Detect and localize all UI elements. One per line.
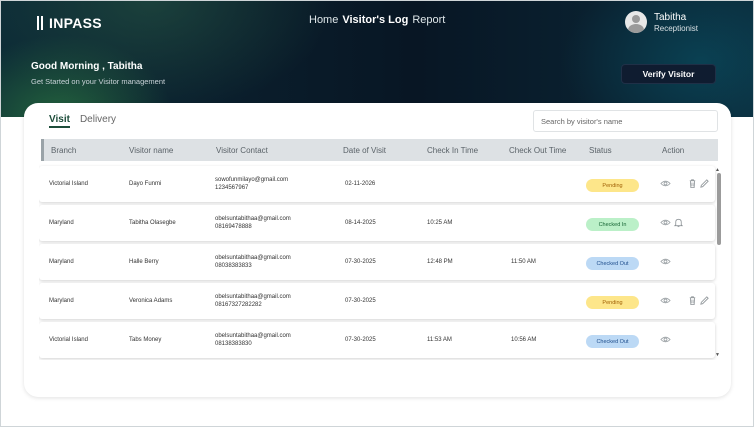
cell-branch: Victorial Island — [49, 337, 88, 343]
cell-visitor-name: Halle Berry — [129, 259, 159, 265]
logo-icon — [37, 16, 47, 30]
user-info: Tabitha Receptionist — [654, 12, 698, 33]
bell-icon[interactable] — [673, 217, 684, 228]
search-input[interactable] — [533, 110, 718, 132]
cell-branch: Victorial Island — [49, 181, 88, 187]
scroll-down-arrow-icon[interactable]: ▼ — [715, 352, 720, 358]
table-body: Victorial Island Dayo Funmi sowofunmilay… — [39, 164, 720, 360]
header-check-in-time: Check In Time — [427, 146, 479, 155]
cell-date: 07-30-2025 — [345, 259, 376, 265]
cell-visitor-contact: obelsuntabithaa@gmail.com 08169478888 — [215, 215, 291, 231]
cell-date: 02-11-2026 — [345, 181, 376, 187]
contact-phone: 08167327282282 — [215, 302, 262, 308]
status-badge: Checked Out — [586, 335, 639, 348]
pencil-icon[interactable] — [699, 295, 710, 306]
cell-check-in: 11:53 AM — [427, 337, 452, 343]
cell-check-in: 12:48 PM — [427, 259, 453, 265]
greeting-title: Good Morning , Tabitha — [31, 61, 143, 72]
cell-check-in: 10:25 AM — [427, 220, 453, 226]
table-header: Branch Visitor name Visitor Contact Date… — [41, 139, 718, 161]
nav-item-visitors-log[interactable]: Visitor's Log — [342, 14, 408, 26]
cell-visitor-contact: obelsuntabithaa@gmail.com 08138383830 — [215, 332, 291, 348]
contact-phone: 08038383833 — [215, 263, 252, 269]
visitor-log-card: Visit Delivery Branch Visitor name Visit… — [24, 103, 731, 397]
brand-logo[interactable]: INPASS — [37, 15, 102, 31]
table-scrollbar[interactable] — [717, 173, 721, 245]
cell-date: 07-30-2025 — [345, 337, 376, 343]
table-row[interactable]: Maryland Veronica Adams obelsuntabithaa@… — [39, 283, 715, 319]
log-tabs: Visit Delivery — [49, 114, 116, 128]
tab-delivery[interactable]: Delivery — [80, 114, 116, 128]
status-badge: Pending — [586, 179, 639, 192]
cell-visitor-contact: obelsuntabithaa@gmail.com 08038383833 — [215, 254, 291, 270]
cell-check-out: 10:56 AM — [511, 337, 537, 343]
nav-item-home[interactable]: Home — [309, 14, 338, 26]
verify-visitor-button[interactable]: Verify Visitor — [621, 64, 716, 84]
tab-visit[interactable]: Visit — [49, 114, 70, 128]
cell-visitor-name: Tabs Money — [129, 337, 162, 343]
contact-email: obelsuntabithaa@gmail.com — [215, 216, 291, 222]
trash-icon[interactable] — [687, 295, 698, 306]
contact-email: sowofunmilayo@gmail.com — [215, 177, 289, 183]
cell-visitor-contact: obelsuntabithaa@gmail.com 08167327282282 — [215, 293, 291, 309]
app-window: INPASS Home Visitor's Log Report Tabitha… — [0, 0, 754, 427]
header-action: Action — [662, 146, 685, 155]
trash-icon[interactable] — [687, 178, 698, 189]
eye-icon[interactable] — [660, 295, 671, 306]
greeting-subtitle: Get Started on your Visitor management — [31, 77, 166, 86]
eye-icon[interactable] — [660, 178, 671, 189]
contact-email: obelsuntabithaa@gmail.com — [215, 294, 291, 300]
table-row[interactable]: Victorial Island Tabs Money obelsuntabit… — [39, 322, 715, 358]
cell-branch: Maryland — [49, 298, 74, 304]
cell-check-out: 11:50 AM — [511, 259, 536, 265]
status-badge: Pending — [586, 296, 639, 309]
pencil-icon[interactable] — [699, 178, 710, 189]
table-row[interactable]: Maryland Halle Berry obelsuntabithaa@gma… — [39, 244, 715, 280]
cell-date: 07-30-2025 — [345, 298, 376, 304]
user-menu[interactable]: Tabitha Receptionist — [625, 11, 698, 33]
user-role: Receptionist — [654, 23, 699, 33]
header-status: Status — [589, 146, 612, 155]
cell-date: 08-14-2025 — [345, 220, 376, 226]
header-branch: Branch — [51, 146, 77, 155]
cell-visitor-name: Veronica Adams — [129, 298, 173, 304]
status-badge: Checked In — [586, 218, 639, 231]
avatar[interactable] — [625, 11, 647, 33]
header-visitor-name: Visitor name — [129, 146, 174, 155]
header-date-of-visit: Date of Visit — [343, 146, 386, 155]
contact-email: obelsuntabithaa@gmail.com — [215, 333, 291, 339]
main-nav: Home Visitor's Log Report — [309, 14, 445, 26]
header-check-out-time: Check Out Time — [509, 146, 567, 155]
header-visitor-contact: Visitor Contact — [216, 146, 268, 155]
table-row[interactable]: Maryland Tabitha Olasegbe obelsuntabitha… — [39, 205, 715, 241]
eye-icon[interactable] — [660, 256, 671, 267]
table-row[interactable]: Victorial Island Dayo Funmi sowofunmilay… — [39, 166, 715, 202]
contact-phone: 08169478888 — [215, 224, 252, 230]
logo-text: INPASS — [49, 15, 102, 31]
eye-icon[interactable] — [660, 217, 671, 228]
contact-phone: 08138383830 — [215, 341, 252, 347]
cell-visitor-name: Dayo Funmi — [129, 181, 162, 187]
status-badge: Checked Out — [586, 257, 639, 270]
cell-branch: Maryland — [49, 220, 74, 226]
contact-email: obelsuntabithaa@gmail.com — [215, 255, 291, 261]
cell-branch: Maryland — [49, 259, 74, 265]
nav-item-report[interactable]: Report — [412, 14, 445, 26]
contact-phone: 1234567967 — [215, 185, 249, 191]
cell-visitor-name: Tabitha Olasegbe — [129, 220, 176, 226]
user-name: Tabitha — [654, 11, 687, 23]
eye-icon[interactable] — [660, 334, 671, 345]
cell-visitor-contact: sowofunmilayo@gmail.com 1234567967 — [215, 176, 288, 192]
hero-banner: INPASS Home Visitor's Log Report Tabitha… — [1, 1, 753, 117]
